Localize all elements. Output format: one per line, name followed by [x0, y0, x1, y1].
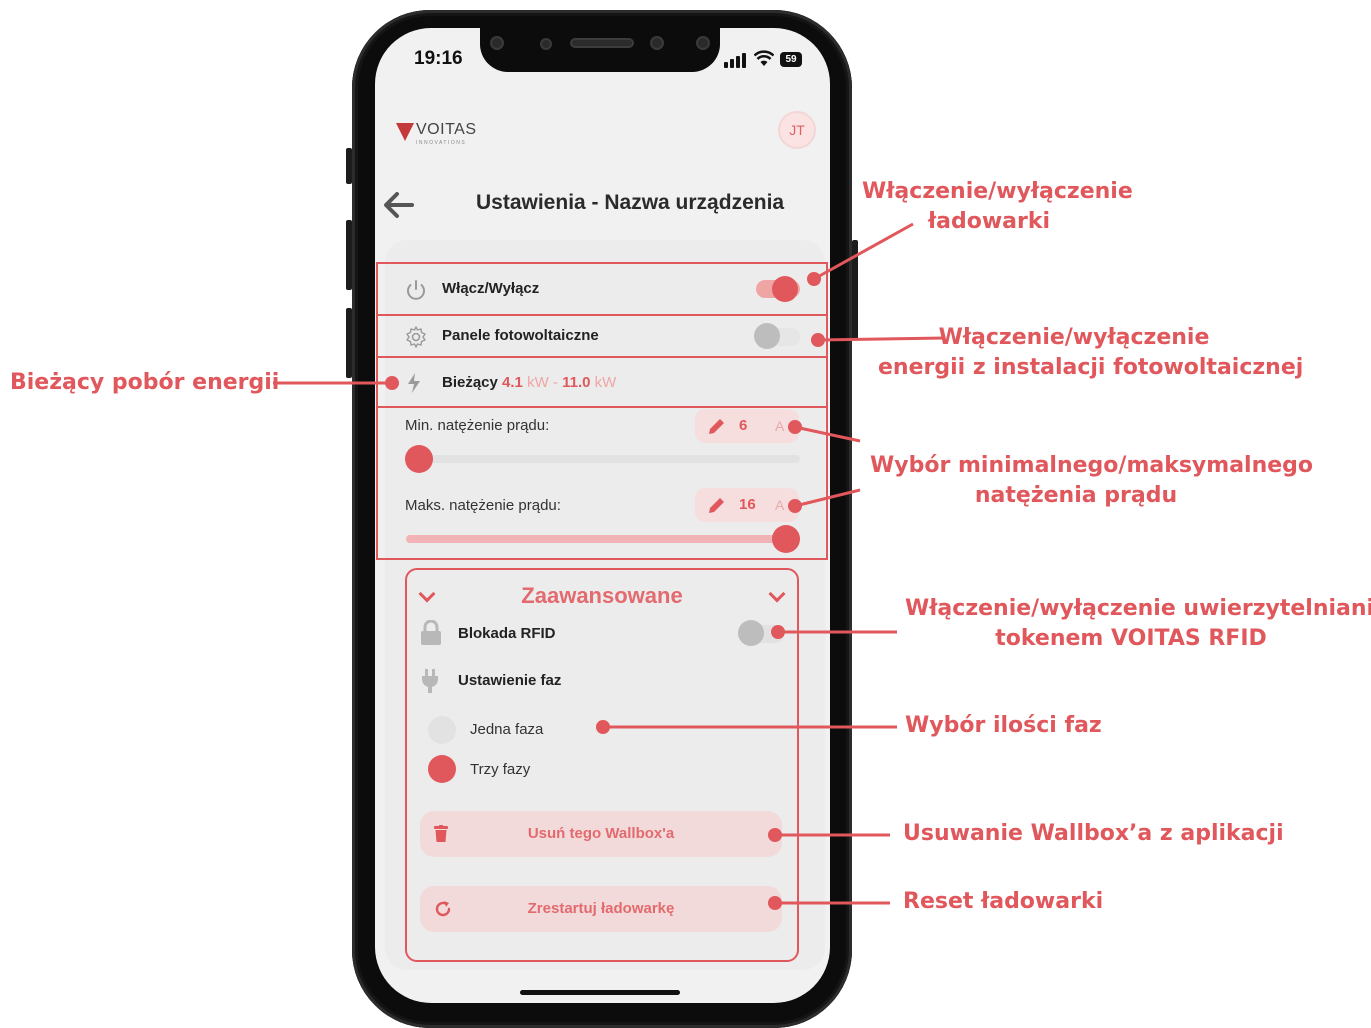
power-min-unit: kW [527, 374, 549, 391]
delete-wallbox-button[interactable]: Usuń tego Wallbox'a [420, 811, 782, 857]
gear-icon [406, 326, 426, 348]
wifi-icon [754, 50, 774, 66]
camera-icon [650, 36, 664, 50]
max-current-value: 16 [739, 496, 756, 513]
power-max-value: 11.0 [562, 374, 591, 391]
annotation-rfid-auth: Włączenie/wyłączenie uwierzytelniania to… [905, 596, 1371, 651]
max-current-edit[interactable]: 16 A [695, 488, 799, 522]
max-current-slider[interactable] [772, 525, 800, 553]
power-separator: - [552, 374, 558, 391]
phase-option-label: Jedna faza [470, 721, 544, 738]
logo-subtext: INNOVATIONS [416, 140, 467, 146]
min-current-edit[interactable]: 6 A [695, 409, 799, 443]
delete-wallbox-label: Usuń tego Wallbox'a [527, 825, 675, 842]
back-arrow-icon[interactable] [382, 190, 414, 220]
plug-icon [422, 669, 438, 693]
power-min-value: 4.1 [502, 374, 523, 391]
min-current-unit: A [775, 418, 785, 434]
notch [480, 28, 720, 72]
max-current-label: Maks. natężenie prądu: [405, 497, 561, 514]
home-indicator [520, 990, 680, 995]
lightning-icon [408, 373, 420, 393]
phase-radio-single[interactable] [428, 716, 456, 744]
advanced-title[interactable]: Zaawansowane [406, 583, 798, 609]
annotation-delete-wallbox: Usuwanie Wallbox’a z aplikacji [903, 821, 1284, 846]
pencil-icon [709, 419, 724, 434]
pencil-icon [709, 498, 724, 513]
page-title: Ustawienia - Nazwa urządzenia [476, 191, 785, 214]
rfid-label: Blokada RFID [458, 625, 556, 642]
status-icons: 59 [724, 50, 806, 70]
phone-side-button [346, 148, 352, 184]
sensor-icon [540, 38, 552, 50]
camera-icon [490, 36, 504, 50]
phone-side-button [346, 308, 352, 378]
annotation-current-power: Bieżący pobór energii [10, 370, 280, 395]
max-current-fill [406, 535, 786, 543]
status-time: 19:16 [414, 48, 463, 69]
annotation-line: energii z instalacji fotowoltaicznej [878, 355, 1304, 380]
logo-text: VOITAS [416, 121, 477, 138]
battery-icon: 59 [780, 52, 802, 67]
restart-charger-label: Zrestartuj ładowarkę [527, 900, 675, 917]
phases-label: Ustawienie faz [458, 672, 562, 689]
min-current-track [406, 455, 800, 463]
annotation-current-select: Wybór minimalnego/maksymalnego natężenia… [870, 453, 1314, 508]
phase-option-label: Trzy fazy [470, 761, 531, 778]
annotation-reset-charger: Reset ładowarki [903, 889, 1104, 914]
power-icon [407, 280, 425, 300]
sensor-icon [696, 36, 710, 50]
phone-side-button [346, 220, 352, 290]
lock-icon [421, 620, 441, 645]
annotation-charger-toggle: Włączenie/wyłączenie ładowarki [862, 179, 1133, 234]
min-current-slider[interactable] [405, 445, 433, 473]
power-toggle-label: Włącz/Wyłącz [442, 280, 540, 297]
annotation-pv-energy: Włączenie/wyłączenie energii z instalacj… [878, 325, 1304, 380]
annotation-phase-select: Wybór ilości faz [905, 713, 1102, 738]
speaker [570, 38, 634, 48]
min-current-value: 6 [739, 417, 748, 434]
annotation-line: Włączenie/wyłączenie uwierzytelniania [905, 596, 1371, 621]
pv-toggle-label: Panele fotowoltaiczne [442, 327, 599, 344]
annotation-line: tokenem VOITAS RFID [995, 626, 1267, 651]
annotation-line: ładowarki [927, 209, 1051, 234]
logo-v-icon [396, 123, 414, 141]
user-avatar[interactable]: JT [778, 111, 816, 149]
annotation-line: Włączenie/wyłączenie [862, 179, 1133, 204]
current-power-value: Bieżący 4.1 kW - 11.0 kW [442, 374, 616, 391]
phase-radio-three[interactable] [428, 755, 456, 783]
power-max-unit: kW [594, 374, 617, 391]
max-current-unit: A [775, 497, 785, 513]
annotation-line: natężenia prądu [974, 483, 1178, 508]
annotation-line: Wybór minimalnego/maksymalnego [870, 453, 1314, 478]
annotation-line: Włączenie/wyłączenie [938, 325, 1210, 350]
restart-charger-button[interactable]: Zrestartuj ładowarkę [420, 886, 782, 932]
current-power-label: Bieżący [442, 374, 498, 391]
min-current-label: Min. natężenie prądu: [405, 417, 550, 434]
phone-side-button [852, 240, 858, 340]
